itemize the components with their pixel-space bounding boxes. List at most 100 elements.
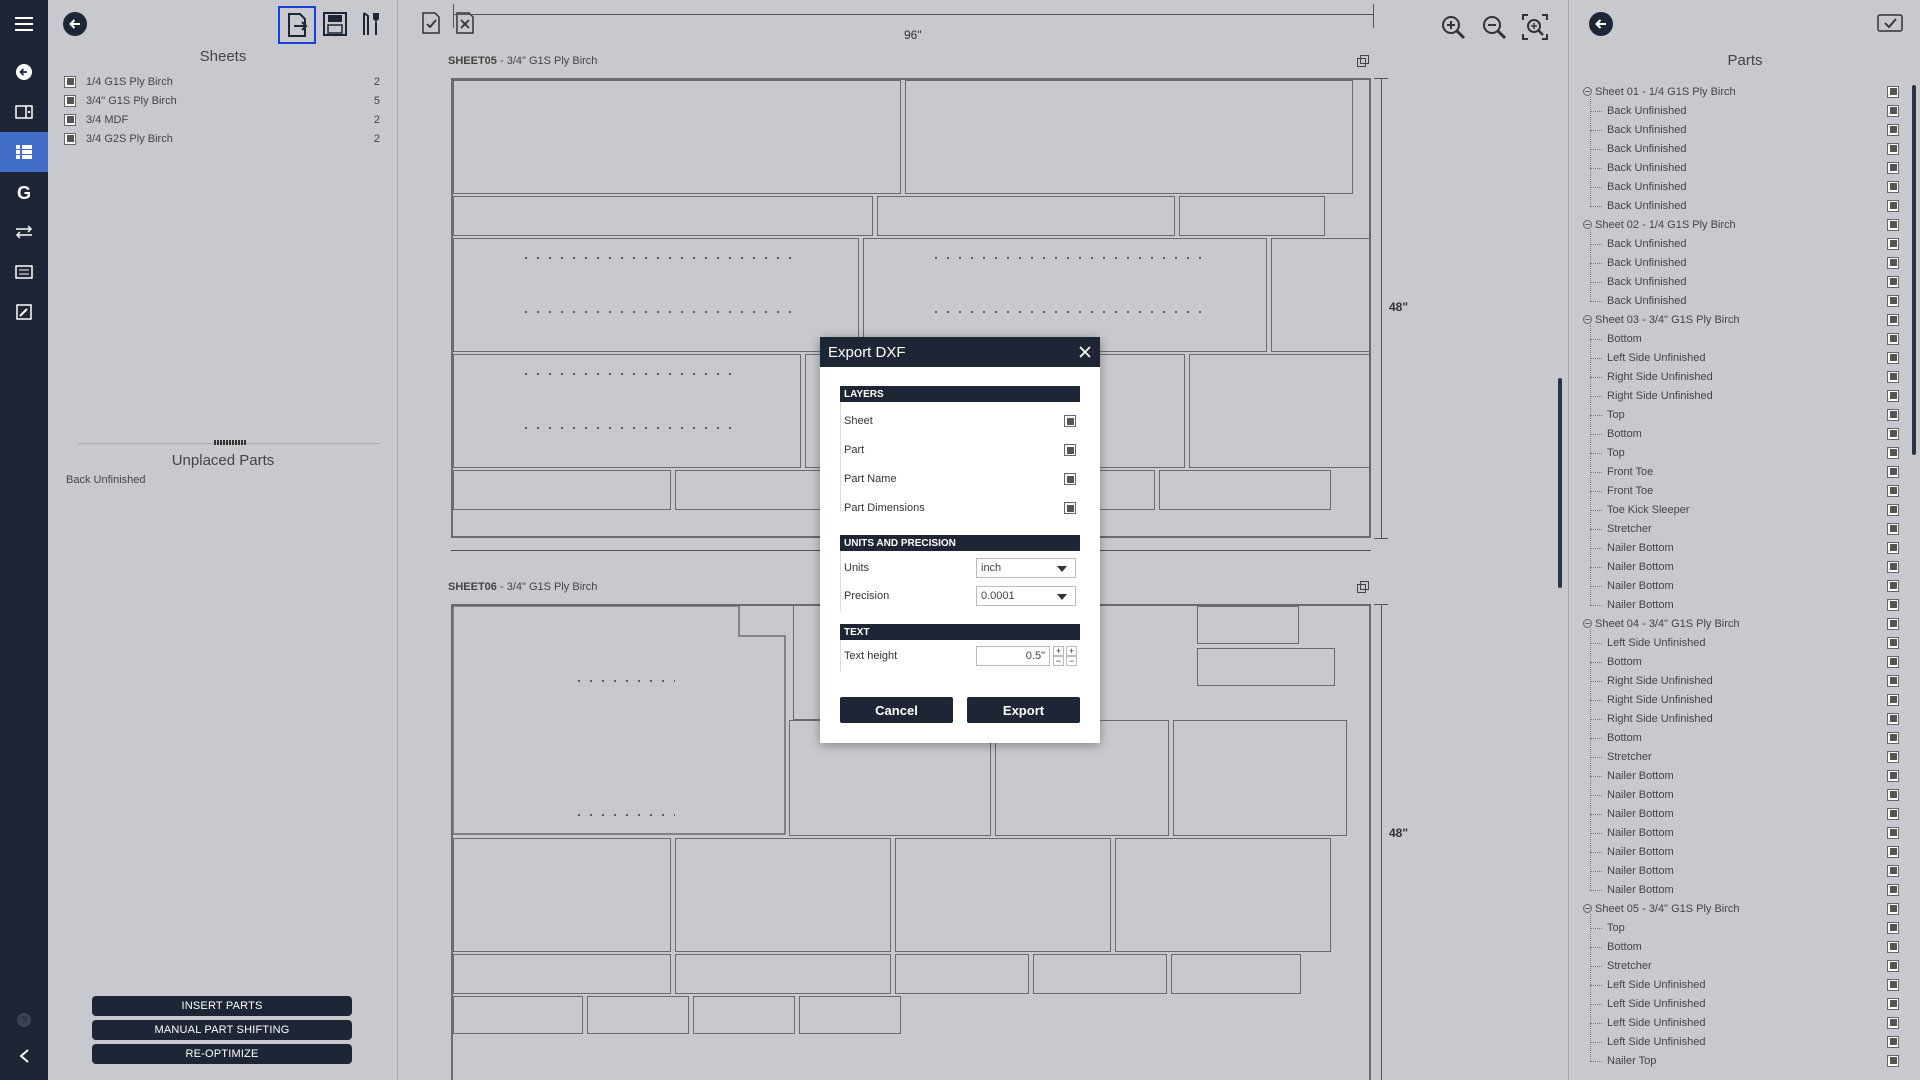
collapse-group-icon[interactable] [1583, 315, 1592, 324]
layer-sheet-row[interactable]: Sheet [844, 411, 1076, 431]
part-item[interactable]: Stretcher [1607, 957, 1919, 974]
hamburger-menu-icon[interactable] [0, 4, 48, 44]
part-item[interactable]: Back Unfinished [1607, 235, 1919, 252]
part-item[interactable]: Back Unfinished [1607, 140, 1919, 157]
part[interactable] [675, 838, 891, 952]
part-checkbox[interactable] [1887, 921, 1899, 934]
part[interactable] [1173, 720, 1347, 836]
part-item[interactable]: Left Side Unfinished [1607, 1014, 1919, 1031]
parts-group[interactable]: Sheet 03 - 3/4" G1S Ply Birch [1583, 311, 1919, 328]
part-checkbox[interactable] [1887, 1016, 1899, 1029]
part-checkbox[interactable] [1887, 1035, 1899, 1048]
l-shaped-part[interactable] [453, 606, 788, 836]
group-checkbox[interactable] [1887, 85, 1899, 98]
collapse-group-icon[interactable] [1583, 87, 1592, 96]
part-checkbox[interactable] [1887, 104, 1899, 117]
part-item[interactable]: Back Unfinished [1607, 292, 1919, 309]
part-item[interactable]: Back Unfinished [1607, 197, 1919, 214]
part-checkbox[interactable] [1887, 427, 1899, 440]
part-checkbox[interactable] [1887, 579, 1899, 592]
edit-box-icon[interactable] [0, 292, 48, 332]
part-checkbox[interactable] [1887, 693, 1899, 706]
part-item[interactable]: Nailer Bottom [1607, 824, 1919, 841]
part-item[interactable]: Nailer Bottom [1607, 843, 1919, 860]
part-checkbox[interactable] [1887, 712, 1899, 725]
part-item[interactable]: Bottom [1607, 653, 1919, 670]
group-checkbox[interactable] [1887, 218, 1899, 231]
save-sheet-icon[interactable] [320, 8, 350, 40]
check-sheet-icon[interactable] [418, 8, 444, 38]
part[interactable] [1197, 648, 1335, 686]
part-checkbox[interactable] [1887, 199, 1899, 212]
cabinet-icon[interactable] [0, 92, 48, 132]
part-item[interactable]: Back Unfinished [1607, 254, 1919, 271]
decrement-large-icon[interactable]: − [1066, 656, 1077, 666]
part[interactable] [453, 996, 583, 1034]
part-item[interactable]: Left Side Unfinished [1607, 634, 1919, 651]
part[interactable] [453, 838, 671, 952]
part-checkbox[interactable] [1887, 503, 1899, 516]
collapse-group-icon[interactable] [1583, 220, 1592, 229]
part-item[interactable]: Right Side Unfinished [1607, 387, 1919, 404]
layer-part-name-checkbox[interactable] [1064, 473, 1076, 485]
part-item[interactable]: Nailer Bottom [1607, 596, 1919, 613]
copy-icon[interactable] [1356, 580, 1370, 594]
part-checkbox[interactable] [1887, 370, 1899, 383]
part[interactable] [675, 954, 891, 994]
part-checkbox[interactable] [1887, 123, 1899, 136]
part-item[interactable]: Nailer Top [1607, 1052, 1919, 1069]
part-item[interactable]: Back Unfinished [1607, 159, 1919, 176]
part-item[interactable]: Nailer Bottom [1607, 786, 1919, 803]
part-item[interactable]: Nailer Bottom [1607, 881, 1919, 898]
layer-part-dimensions-checkbox[interactable] [1064, 502, 1076, 514]
part-item[interactable]: Stretcher [1607, 520, 1919, 537]
zoom-in-icon[interactable] [1438, 12, 1468, 42]
part[interactable] [1171, 954, 1301, 994]
part-checkbox[interactable] [1887, 883, 1899, 896]
cancel-button[interactable]: Cancel [840, 697, 953, 723]
collapse-group-icon[interactable] [1583, 904, 1592, 913]
group-checkbox[interactable] [1887, 617, 1899, 630]
decrement-icon[interactable]: − [1053, 656, 1064, 666]
copy-icon[interactable] [1356, 54, 1370, 68]
part[interactable] [895, 838, 1111, 952]
part-checkbox[interactable] [1887, 294, 1899, 307]
part[interactable] [905, 80, 1353, 194]
part-checkbox[interactable] [1887, 522, 1899, 535]
part-item[interactable]: Front Toe [1607, 463, 1919, 480]
check-all-icon[interactable] [1877, 12, 1903, 39]
sheet-row[interactable]: 3/4 G2S Ply Birch 2 [64, 129, 380, 148]
part-checkbox[interactable] [1887, 275, 1899, 288]
precision-select[interactable]: 0.0001 [976, 586, 1076, 606]
part[interactable] [863, 238, 1267, 352]
part-checkbox[interactable] [1887, 788, 1899, 801]
part-item[interactable]: Front Toe [1607, 482, 1919, 499]
part-item[interactable]: Back Unfinished [1607, 178, 1919, 195]
insert-parts-button[interactable]: INSERT PARTS [92, 996, 352, 1016]
part-item[interactable]: Top [1607, 444, 1919, 461]
part-checkbox[interactable] [1887, 180, 1899, 193]
part[interactable] [799, 996, 901, 1034]
part-checkbox[interactable] [1887, 864, 1899, 877]
group-checkbox[interactable] [1887, 313, 1899, 326]
back-arrow-icon[interactable] [63, 12, 87, 41]
parts-group[interactable]: Sheet 05 - 3/4" G1S Ply Birch [1583, 900, 1919, 917]
part-checkbox[interactable] [1887, 408, 1899, 421]
part[interactable] [453, 238, 859, 352]
part-checkbox[interactable] [1887, 389, 1899, 402]
sheet-row[interactable]: 3/4 MDF 2 [64, 110, 380, 129]
part-checkbox[interactable] [1887, 731, 1899, 744]
part-checkbox[interactable] [1887, 332, 1899, 345]
part-checkbox[interactable] [1887, 674, 1899, 687]
part-item[interactable]: Nailer Bottom [1607, 805, 1919, 822]
part-checkbox[interactable] [1887, 351, 1899, 364]
part[interactable] [587, 996, 689, 1034]
part-item[interactable]: Left Side Unfinished [1607, 995, 1919, 1012]
part-checkbox[interactable] [1887, 655, 1899, 668]
tools-icon[interactable] [355, 8, 385, 40]
part-item[interactable]: Left Side Unfinished [1607, 1033, 1919, 1050]
part-checkbox[interactable] [1887, 484, 1899, 497]
part-item[interactable]: Nailer Bottom [1607, 539, 1919, 556]
part-item[interactable]: Nailer Bottom [1607, 862, 1919, 879]
part-item[interactable]: Bottom [1607, 330, 1919, 347]
